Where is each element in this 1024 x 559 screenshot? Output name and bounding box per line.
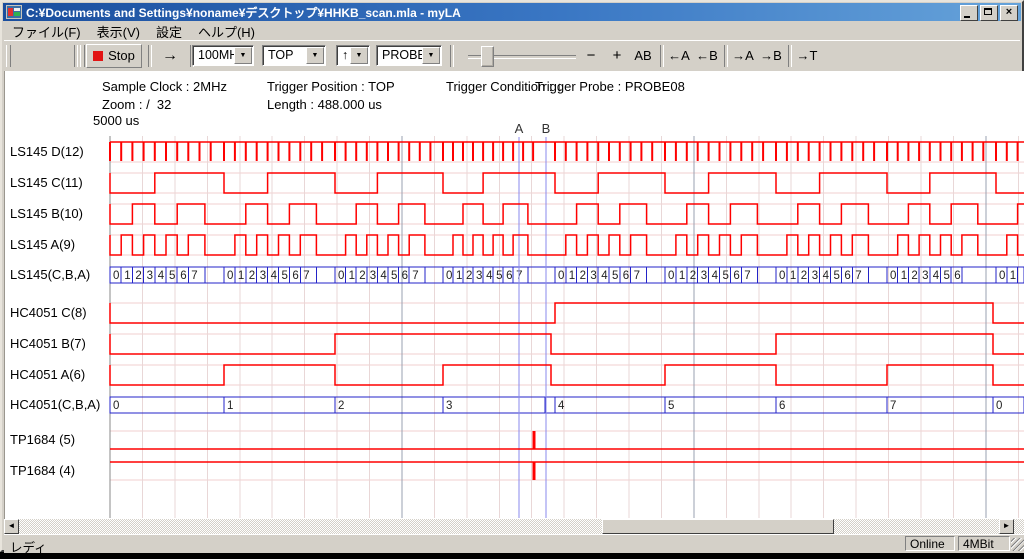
app-window: C:¥Documents and Settings¥noname¥デスクトップ¥… [0, 0, 1024, 552]
waveform-area[interactable] [4, 71, 1024, 519]
zoom-out-button[interactable]: − [580, 44, 602, 68]
goto-cursor-b-button[interactable]: ←B [694, 44, 720, 68]
horizontal-scrollbar[interactable]: ◄ ► [4, 519, 1024, 534]
length-info: Length : 488.000 us [267, 97, 382, 112]
close-button[interactable]: × [1000, 5, 1018, 21]
set-cursor-b-button[interactable]: →B [758, 44, 784, 68]
channel-label: HC4051(C,B,A) [10, 397, 108, 412]
menu-item-3[interactable]: ヘルプ(H) [190, 21, 263, 42]
chevron-down-icon[interactable]: ▼ [234, 47, 252, 64]
toolbar-grip[interactable] [6, 45, 11, 67]
menu-bar: ファイル(F)表示(V)設定ヘルプ(H) [4, 22, 1020, 40]
scrollbar-thumb[interactable] [602, 519, 834, 534]
resize-grip[interactable] [1011, 538, 1024, 551]
toolbar-separator [74, 45, 78, 67]
open-file-button[interactable] [16, 44, 42, 68]
status-online-badge: Online [905, 536, 955, 551]
channel-label: HC4051 B(7) [10, 336, 108, 351]
channel-label: LS145 B(10) [10, 206, 108, 221]
toolbar-separator [660, 45, 664, 67]
channel-label: TP1684 (4) [10, 463, 108, 478]
app-icon [6, 5, 22, 19]
run-button[interactable]: → [154, 44, 186, 68]
trigger-edge-select[interactable]: ↑ ▼ [336, 45, 370, 66]
chevron-down-icon[interactable]: ▼ [350, 47, 368, 64]
channel-label: LS145 A(9) [10, 237, 108, 252]
channel-label: LS145(C,B,A) [10, 267, 108, 282]
save-file-button[interactable] [44, 44, 70, 68]
maximize-button[interactable] [980, 5, 998, 21]
menu-item-1[interactable]: 表示(V) [89, 21, 148, 42]
maximize-icon [984, 8, 992, 15]
trigger-edge-value: ↑ [342, 48, 348, 62]
stop-icon [93, 51, 103, 61]
scroll-left-button[interactable]: ◄ [4, 519, 19, 534]
status-ready-text: レディ [10, 537, 47, 556]
toolbar-separator [148, 45, 152, 67]
goto-cursor-a-button[interactable]: ←A [666, 44, 692, 68]
sample-rate-select[interactable]: 100MHz ▼ [192, 45, 254, 66]
zoom-slider-handle[interactable] [481, 46, 494, 67]
status-memory-badge: 4MBit [958, 536, 1010, 551]
toolbar: Stop → 100MHz ▼ TOP ▼ ↑ ▼ PROBE00 ▼ − + … [4, 40, 1020, 71]
stop-button[interactable]: Stop [86, 44, 142, 68]
trigger-probe-info: Trigger Probe : PROBE08 [535, 79, 685, 94]
zoom-info: Zoom : / 32 [102, 97, 171, 112]
menu-item-2[interactable]: 設定 [148, 21, 190, 42]
channel-label: LS145 C(11) [10, 175, 108, 190]
scroll-right-button[interactable]: ► [999, 519, 1014, 534]
trigger-position-select[interactable]: TOP ▼ [262, 45, 326, 66]
channel-label: HC4051 A(6) [10, 367, 108, 382]
ab-range-button[interactable]: AB [630, 44, 656, 68]
minimize-icon [964, 16, 970, 18]
channel-label: HC4051 C(8) [10, 305, 108, 320]
trigger-probe-select[interactable]: PROBE00 ▼ [376, 45, 442, 66]
window-title: C:¥Documents and Settings¥noname¥デスクトップ¥… [26, 4, 461, 21]
set-cursor-a-button[interactable]: →A [730, 44, 756, 68]
title-bar[interactable]: C:¥Documents and Settings¥noname¥デスクトップ¥… [3, 3, 1021, 21]
toolbar-separator [788, 45, 792, 67]
menu-item-0[interactable]: ファイル(F) [4, 21, 89, 42]
minimize-button[interactable] [960, 5, 978, 21]
sample-clock-info: Sample Clock : 2MHz [102, 79, 227, 94]
zoom-in-button[interactable]: + [606, 44, 628, 68]
toolbar-separator [724, 45, 728, 67]
toolbar-grip[interactable] [80, 45, 85, 67]
chevron-down-icon[interactable]: ▼ [422, 47, 440, 64]
trigger-position-value: TOP [268, 48, 293, 62]
chevron-down-icon[interactable]: ▼ [306, 47, 324, 64]
channel-label: LS145 D(12) [10, 144, 108, 159]
channel-label: TP1684 (5) [10, 432, 108, 447]
goto-trigger-button[interactable]: →T [794, 44, 820, 68]
timebase-label: 5000 us [93, 113, 139, 128]
toolbar-separator [450, 45, 454, 67]
trigger-position-info: Trigger Position : TOP [267, 79, 395, 94]
status-bar: レディ Online 4MBit [4, 534, 1024, 553]
stop-label: Stop [108, 45, 135, 67]
